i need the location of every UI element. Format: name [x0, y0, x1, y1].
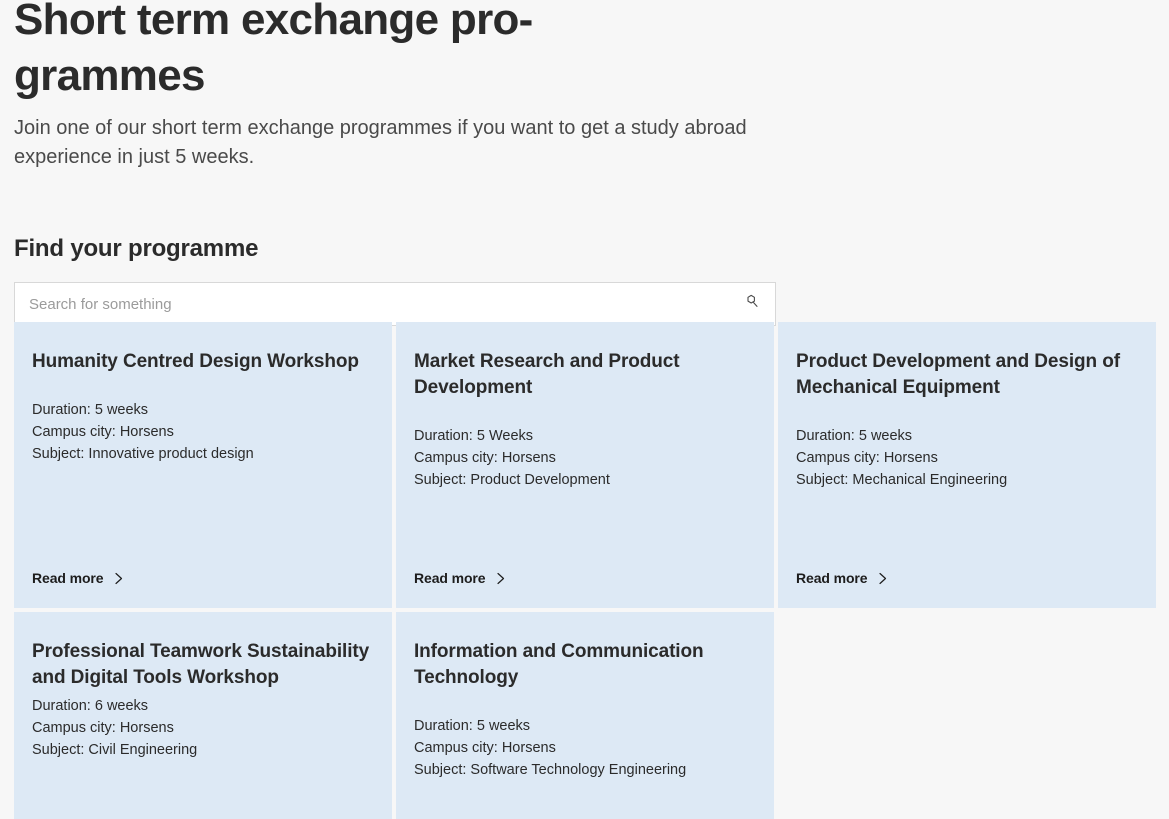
chevron-right-icon [112, 572, 125, 585]
read-more-link[interactable]: Read more [796, 570, 1134, 586]
programme-campus-city: Campus city: Horsens [414, 737, 752, 759]
programme-card-empty-slot [778, 612, 1156, 819]
read-more-label: Read more [32, 570, 103, 586]
page-root: Short term exchange pro-grammes Join one… [0, 0, 1169, 819]
search-icon [743, 293, 762, 315]
programme-card[interactable]: Market Research and Product Development … [396, 322, 774, 608]
search-submit-button[interactable] [739, 291, 765, 317]
chevron-right-icon [494, 572, 507, 585]
programme-card-title: Market Research and Product Development [414, 349, 752, 401]
programme-subject: Subject: Product Development [414, 469, 752, 491]
programme-campus-city: Campus city: Horsens [414, 447, 752, 469]
page-subtitle: Join one of our short term exchange prog… [14, 114, 796, 172]
programme-card-meta: Duration: 5 weeks Campus city: Horsens S… [796, 425, 1134, 491]
programme-campus-city: Campus city: Horsens [32, 717, 370, 739]
programme-card[interactable]: Product Development and Design of Mechan… [778, 322, 1156, 608]
programme-card-title: Information and Communication Technology [414, 639, 752, 691]
read-more-link[interactable]: Read more [32, 570, 370, 586]
chevron-right-icon [876, 572, 889, 585]
programme-card[interactable]: Information and Communication Technology… [396, 612, 774, 819]
programme-duration: Duration: 6 weeks [32, 695, 370, 717]
programme-card-meta: Duration: 5 Weeks Campus city: Horsens S… [414, 425, 752, 491]
read-more-label: Read more [414, 570, 485, 586]
programme-subject: Subject: Civil Engineering [32, 739, 370, 761]
read-more-link[interactable]: Read more [414, 570, 752, 586]
programme-card[interactable]: Professional Teamwork Sustainability and… [14, 612, 392, 819]
programme-duration: Duration: 5 Weeks [414, 425, 752, 447]
card-spacer [414, 491, 752, 558]
card-spacer [414, 781, 752, 819]
programme-duration: Duration: 5 weeks [796, 425, 1134, 447]
find-programme-heading: Find your programme [0, 234, 1169, 264]
programme-card-meta: Duration: 5 weeks Campus city: Horsens S… [32, 399, 370, 465]
read-more-label: Read more [796, 570, 867, 586]
programme-duration: Duration: 5 weeks [414, 715, 752, 737]
card-spacer [32, 761, 370, 819]
programme-card-title: Humanity Centred Design Workshop [32, 349, 370, 375]
programme-subject: Subject: Innovative product design [32, 443, 370, 465]
search-section [0, 282, 1169, 326]
search-box[interactable] [14, 282, 776, 326]
programme-campus-city: Campus city: Horsens [796, 447, 1134, 469]
search-input[interactable] [15, 283, 775, 325]
card-spacer [796, 491, 1134, 558]
programme-subject: Subject: Software Technology Engineering [414, 759, 752, 781]
programme-card-meta: Duration: 6 weeks Campus city: Horsens S… [32, 695, 370, 761]
card-spacer [32, 465, 370, 558]
programme-duration: Duration: 5 weeks [32, 399, 370, 421]
hero-section: Short term exchange pro-grammes Join one… [0, 0, 1169, 172]
programme-card[interactable]: Humanity Centred Design Workshop Duratio… [14, 322, 392, 608]
programme-card-meta: Duration: 5 weeks Campus city: Horsens S… [414, 715, 752, 781]
programme-card-title: Professional Teamwork Sustainability and… [32, 639, 370, 691]
page-title: Short term exchange pro-grammes [14, 0, 634, 104]
programme-card-title: Product Development and Design of Mechan… [796, 349, 1134, 401]
programme-cards-grid: Humanity Centred Design Workshop Duratio… [14, 322, 1156, 819]
programme-subject: Subject: Mechanical Engineering [796, 469, 1134, 491]
programme-campus-city: Campus city: Horsens [32, 421, 370, 443]
